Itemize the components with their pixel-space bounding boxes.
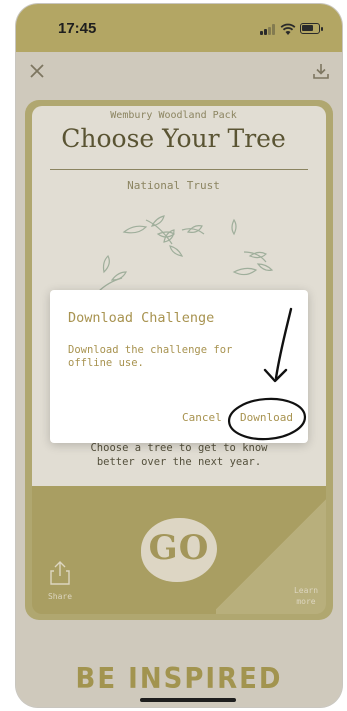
card-description: Choose a tree to get to know better over… — [90, 442, 268, 468]
dialog-title: Download Challenge — [68, 310, 215, 326]
be-inspired-banner: BE INSPIRED — [75, 662, 283, 696]
cancel-button[interactable]: Cancel — [182, 411, 222, 424]
status-time: 17:45 — [58, 20, 97, 37]
home-indicator — [140, 698, 236, 702]
status-icons — [260, 22, 323, 36]
close-icon[interactable] — [28, 62, 46, 80]
battery-icon — [300, 23, 323, 34]
organisation-name: National Trust — [127, 179, 220, 192]
status-bar: 17:45 — [16, 4, 342, 52]
download-button[interactable]: Download — [240, 411, 293, 424]
share-icon — [50, 561, 70, 585]
signal-icon — [260, 24, 276, 35]
download-dialog: Download Challenge Download the challeng… — [50, 290, 308, 443]
pack-title: Wembury Woodland Pack — [110, 110, 237, 121]
wifi-icon — [280, 23, 296, 35]
go-button-label[interactable]: GO — [141, 528, 217, 568]
title-divider — [50, 169, 308, 170]
dialog-message: Download the challenge for offline use. — [68, 344, 233, 369]
leaf-wreath-illustration — [97, 215, 274, 293]
card-title: Choose Your Tree — [61, 124, 286, 153]
share-button[interactable]: Share — [40, 560, 80, 601]
share-label: Share — [47, 592, 73, 601]
download-icon[interactable] — [312, 62, 330, 80]
learn-more-link[interactable]: Learn more — [286, 585, 326, 607]
